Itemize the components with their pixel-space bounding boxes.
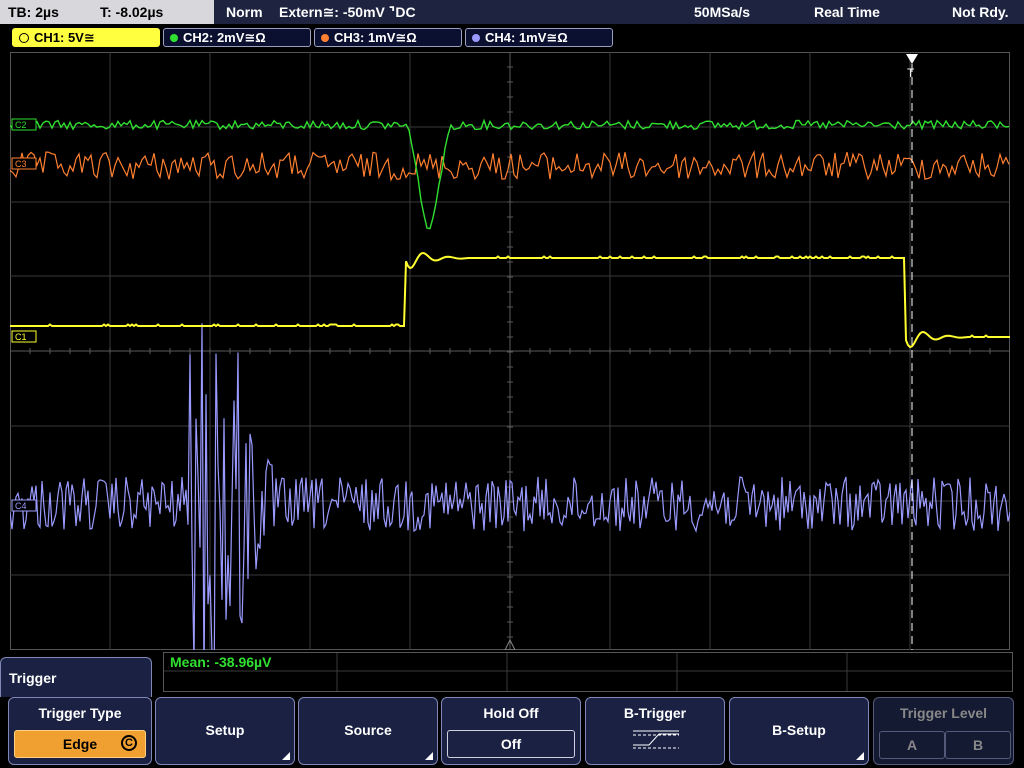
channel-tab-ch4[interactable]: CH4: 1mV≅Ω xyxy=(465,28,613,47)
setup-softkey[interactable]: Setup xyxy=(155,697,295,765)
trigger-type-label: Trigger Type xyxy=(38,705,122,721)
b-setup-label: B-Setup xyxy=(772,722,826,738)
trigger-time-readout: T: -8.02µs xyxy=(100,4,164,20)
timebase-box[interactable]: TB: 2µs T: -8.02µs xyxy=(0,0,214,24)
b-setup-softkey[interactable]: B-Setup xyxy=(729,697,869,765)
status-bar: TB: 2µs T: -8.02µs Norm Extern≅: -50mV ⌝… xyxy=(0,0,1024,24)
channel-tab-ch2[interactable]: CH2: 2mV≅Ω xyxy=(163,28,311,47)
acquisition-mode: Real Time xyxy=(814,4,880,20)
measurement-grid xyxy=(164,653,1012,691)
submenu-corner-icon xyxy=(856,752,864,760)
submenu-corner-icon xyxy=(282,752,290,760)
trigger-position-icon xyxy=(906,54,918,64)
hold-off-value[interactable]: Off xyxy=(447,730,575,758)
trigger-level-b[interactable]: B xyxy=(945,731,1011,759)
ch4-marker: C4 xyxy=(15,501,27,511)
channel-tab-ch1[interactable]: CH1: 5V≅ xyxy=(12,28,160,47)
trigger-type-softkey[interactable]: Trigger Type Edge C xyxy=(8,697,152,765)
rotary-knob-icon: C xyxy=(121,735,137,751)
timebase-readout: TB: 2µs xyxy=(8,4,59,20)
b-trigger-icon xyxy=(633,730,679,749)
b-trigger-softkey[interactable]: B-Trigger xyxy=(585,697,725,765)
setup-label: Setup xyxy=(205,722,245,738)
hold-off-softkey[interactable]: Hold Off Off xyxy=(441,697,581,765)
ch1-dot-icon xyxy=(19,32,29,43)
source-softkey[interactable]: Source xyxy=(298,697,438,765)
ch3-dot-icon xyxy=(321,33,329,42)
acquisition-status: Not Rdy. xyxy=(952,4,1009,20)
sample-rate: 50MSa/s xyxy=(694,4,751,20)
trigger-source-readout[interactable]: Extern≅: -50mV ⌝DC xyxy=(279,0,416,24)
graticule-center xyxy=(10,52,1010,650)
trigger-type-value[interactable]: Edge C xyxy=(14,730,146,758)
trigger-mode[interactable]: Norm xyxy=(226,0,263,24)
trigger-level-a[interactable]: A xyxy=(879,731,945,759)
ch4-dot-icon xyxy=(472,33,480,42)
source-label: Source xyxy=(344,722,392,738)
hold-off-label: Hold Off xyxy=(483,705,539,721)
b-trigger-label: B-Trigger xyxy=(623,705,687,721)
waveform-canvas: T C2 C3 C1 C4 xyxy=(10,52,1010,650)
channel-markers: C2 C3 C1 C4 xyxy=(11,118,37,512)
channel-tab-ch3[interactable]: CH3: 1mV≅Ω xyxy=(314,28,462,47)
ch3-marker: C3 xyxy=(15,159,27,169)
ch2-dot-icon xyxy=(170,33,178,42)
ch1-marker: C1 xyxy=(15,332,27,342)
submenu-corner-icon xyxy=(425,752,433,760)
menu-title: Trigger xyxy=(0,657,152,697)
trigger-level-softkey[interactable]: Trigger Level A B xyxy=(873,697,1014,765)
trigger-level-label: Trigger Level xyxy=(899,705,988,721)
trigger-position-label: T xyxy=(907,66,915,80)
ch2-marker: C2 xyxy=(15,120,27,130)
measurement-panel[interactable]: Mean: -38.96µV xyxy=(163,652,1013,692)
channel-tabs: CH1: 5V≅ CH2: 2mV≅Ω CH3: 1mV≅Ω CH4: 1mV≅… xyxy=(0,25,1024,49)
